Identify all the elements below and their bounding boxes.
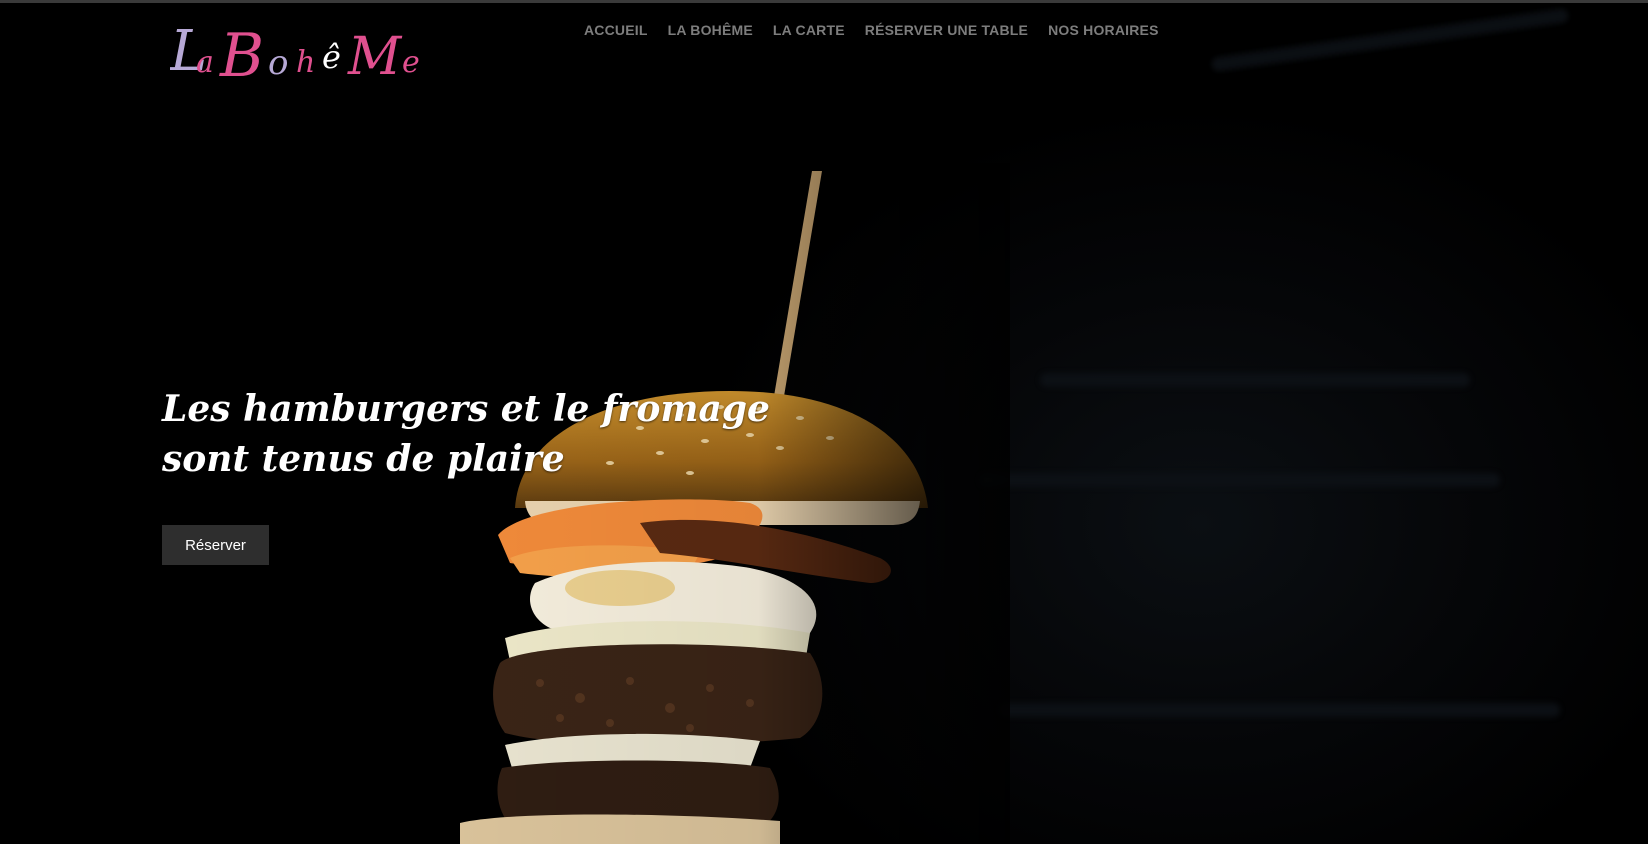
- svg-text:h: h: [296, 45, 315, 80]
- la-boheme-logo[interactable]: L a B o h ê M e: [170, 10, 460, 90]
- background-streak: [1210, 8, 1570, 72]
- nav-reserver-une-table[interactable]: RÉSERVER UNE TABLE: [865, 22, 1028, 38]
- background-streak: [1000, 703, 1560, 717]
- svg-text:B: B: [219, 21, 264, 90]
- main-nav: ACCUEIL LA BOHÊME LA CARTE RÉSERVER UNE …: [584, 22, 1159, 38]
- nav-nos-horaires[interactable]: NOS HORAIRES: [1048, 22, 1159, 38]
- nav-la-boheme[interactable]: LA BOHÊME: [668, 22, 753, 38]
- hero-headline: Les hamburgers et le fromage sont tenus …: [162, 388, 770, 480]
- svg-text:M: M: [347, 27, 403, 87]
- background-streak: [980, 473, 1500, 487]
- burger-image: [450, 163, 1010, 844]
- reserve-button[interactable]: Réserver: [162, 525, 269, 565]
- svg-text:a: a: [196, 45, 214, 80]
- background-streak: [1040, 373, 1470, 387]
- nav-la-carte[interactable]: LA CARTE: [773, 22, 845, 38]
- svg-text:o: o: [268, 43, 288, 83]
- svg-text:ê: ê: [322, 38, 341, 76]
- svg-text:e: e: [402, 45, 420, 80]
- nav-accueil[interactable]: ACCUEIL: [584, 22, 648, 38]
